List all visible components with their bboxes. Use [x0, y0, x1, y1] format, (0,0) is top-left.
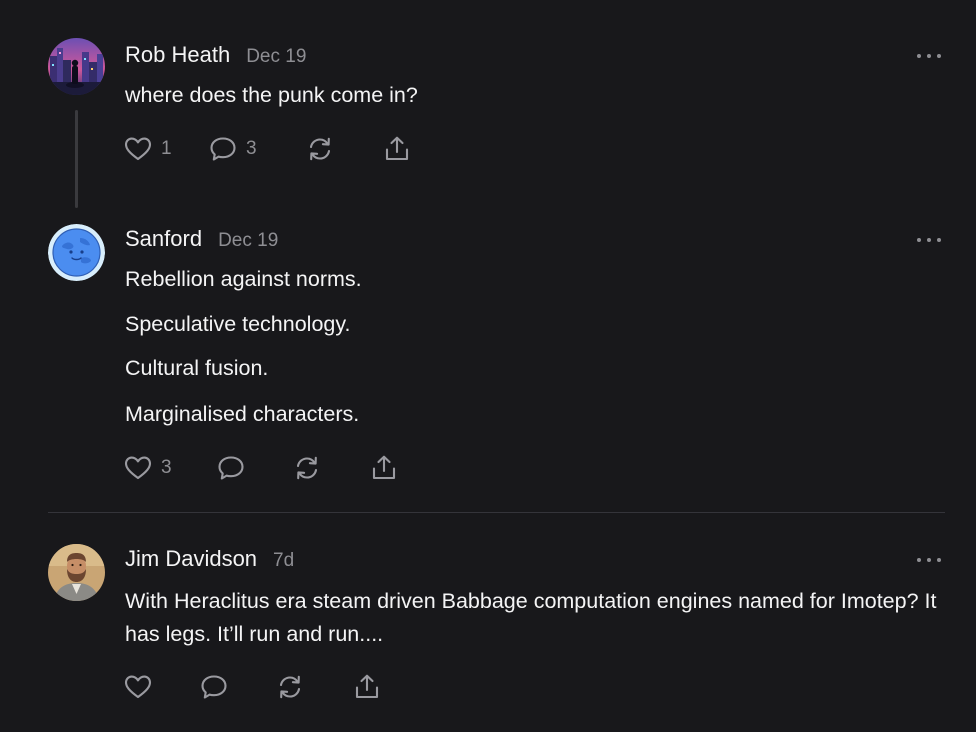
comment-jim-davidson: Jim Davidson 7d With Heraclitus era stea… [0, 0, 976, 732]
comment-icon [201, 675, 227, 699]
more-options-icon[interactable] [917, 554, 941, 566]
comment-header: Jim Davidson 7d [125, 546, 294, 574]
comment-body: With Heraclitus era steam driven Babbage… [125, 585, 945, 651]
avatar[interactable] [48, 544, 105, 601]
comment-thread: Rob Heath Dec 19 where does the punk com… [0, 0, 976, 732]
like-button[interactable] [123, 672, 153, 702]
repost-icon [279, 675, 301, 699]
author-name[interactable]: Jim Davidson [125, 546, 257, 572]
repost-button[interactable] [275, 672, 305, 702]
share-icon [355, 674, 379, 699]
comment-paragraph: With Heraclitus era steam driven Babbage… [125, 589, 937, 646]
comment-button[interactable] [199, 672, 229, 702]
post-date[interactable]: 7d [273, 550, 294, 572]
share-button[interactable] [352, 672, 382, 702]
bearded-man-avatar-image [48, 544, 105, 601]
heart-icon [124, 675, 152, 699]
